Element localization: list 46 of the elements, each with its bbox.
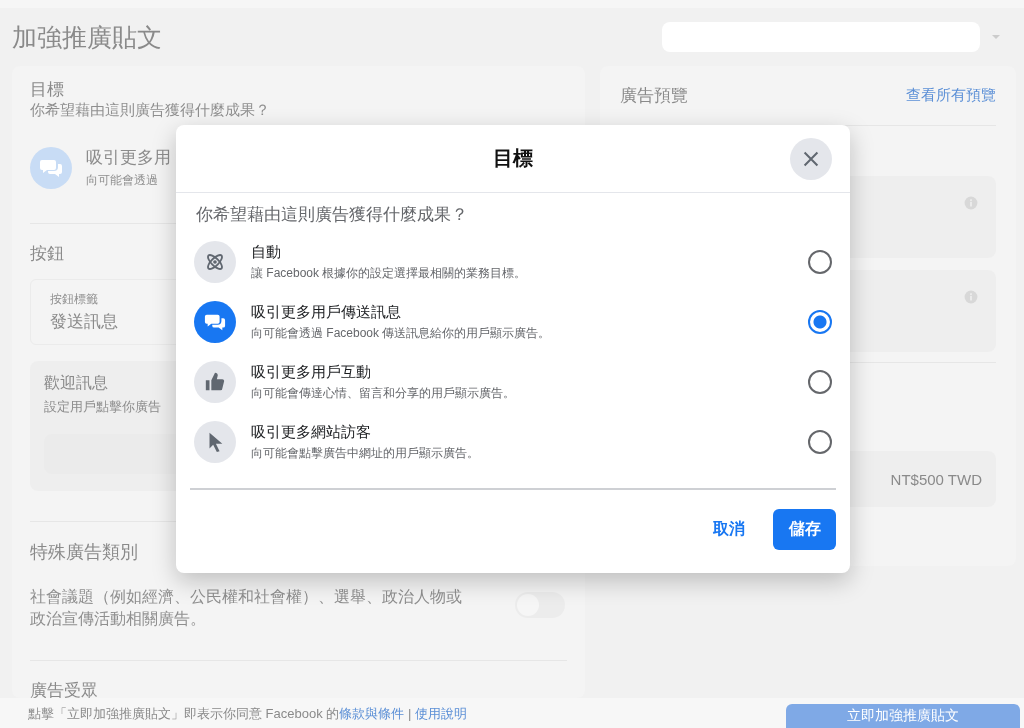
option-description: 讓 Facebook 根據你的設定選擇最相關的業務目標。	[251, 264, 528, 282]
field-value: 發送訊息	[50, 311, 118, 333]
dialog-question: 你希望藉由這則廣告獲得什麼成果？	[195, 204, 469, 226]
objective-option[interactable]: 吸引更多網站訪客 向可能會點擊廣告中網址的用戶顯示廣告。	[176, 412, 850, 472]
welcome-title: 歡迎訊息	[44, 373, 108, 393]
close-button[interactable]	[790, 138, 832, 180]
radio-button[interactable]	[808, 370, 832, 394]
objective-option[interactable]: 吸引更多用戶互動 向可能會傳達心情、留言和分享的用戶顯示廣告。	[176, 352, 850, 412]
view-all-previews-link[interactable]: 查看所有預覽	[906, 86, 996, 105]
budget-amount: NT$500 TWD	[890, 470, 982, 488]
radio-button[interactable]	[808, 250, 832, 274]
option-title: 吸引更多網站訪客	[251, 422, 372, 442]
goal-title: 吸引更多用	[86, 147, 171, 169]
section-heading: 目標	[30, 79, 64, 101]
atom-icon	[194, 241, 236, 283]
special-category-description: 社會議題（例如經濟、公民權和社會權）、選舉、政治人物或政治宣傳活動相關廣告。	[30, 587, 463, 629]
option-title: 吸引更多用戶互動	[251, 362, 372, 382]
objective-option[interactable]: 吸引更多用戶傳送訊息 向可能會透過 Facebook 傳送訊息給你的用戶顯示廣告。	[176, 292, 850, 352]
option-title: 自動	[251, 242, 282, 262]
radio-button[interactable]	[808, 430, 832, 454]
welcome-description: 設定用戶點擊你廣告	[44, 398, 161, 416]
section-question: 你希望藉由這則廣告獲得什麼成果？	[30, 101, 270, 120]
objective-option[interactable]: 自動 讓 Facebook 根據你的設定選擇最相關的業務目標。	[176, 232, 850, 292]
chat-bubbles-icon	[194, 301, 236, 343]
terms-link[interactable]: 條款與條件	[339, 706, 405, 721]
dialog-title: 目標	[493, 146, 533, 171]
page-title: 加強推廣貼文	[12, 21, 162, 53]
cancel-button[interactable]: 取消	[701, 511, 757, 548]
thumbs-up-icon	[194, 361, 236, 403]
radio-button[interactable]	[808, 310, 832, 334]
terms-notice: 點擊「立即加強推廣貼文」即表示你同意 Facebook 的條款與條件 | 使用說明	[28, 705, 467, 723]
option-description: 向可能會透過 Facebook 傳送訊息給你的用戶顯示廣告。	[251, 324, 552, 342]
option-description: 向可能會點擊廣告中網址的用戶顯示廣告。	[251, 444, 480, 462]
option-description: 向可能會傳達心情、留言和分享的用戶顯示廣告。	[251, 384, 516, 402]
save-button[interactable]: 儲存	[773, 509, 836, 550]
boost-post-button[interactable]: 立即加強推廣貼文	[786, 704, 1020, 728]
section-heading: 按鈕	[30, 243, 64, 265]
chat-bubbles-icon	[30, 146, 72, 189]
section-heading: 廣告受眾	[30, 680, 98, 702]
section-heading: 廣告預覽	[620, 85, 688, 107]
help-link[interactable]: 使用說明	[414, 706, 467, 721]
field-label: 按鈕標籤	[50, 291, 98, 308]
option-title: 吸引更多用戶傳送訊息	[251, 302, 402, 322]
cursor-icon	[194, 421, 236, 463]
section-heading: 特殊廣告類別	[30, 541, 138, 564]
goal-description: 向可能會透過	[86, 172, 158, 189]
